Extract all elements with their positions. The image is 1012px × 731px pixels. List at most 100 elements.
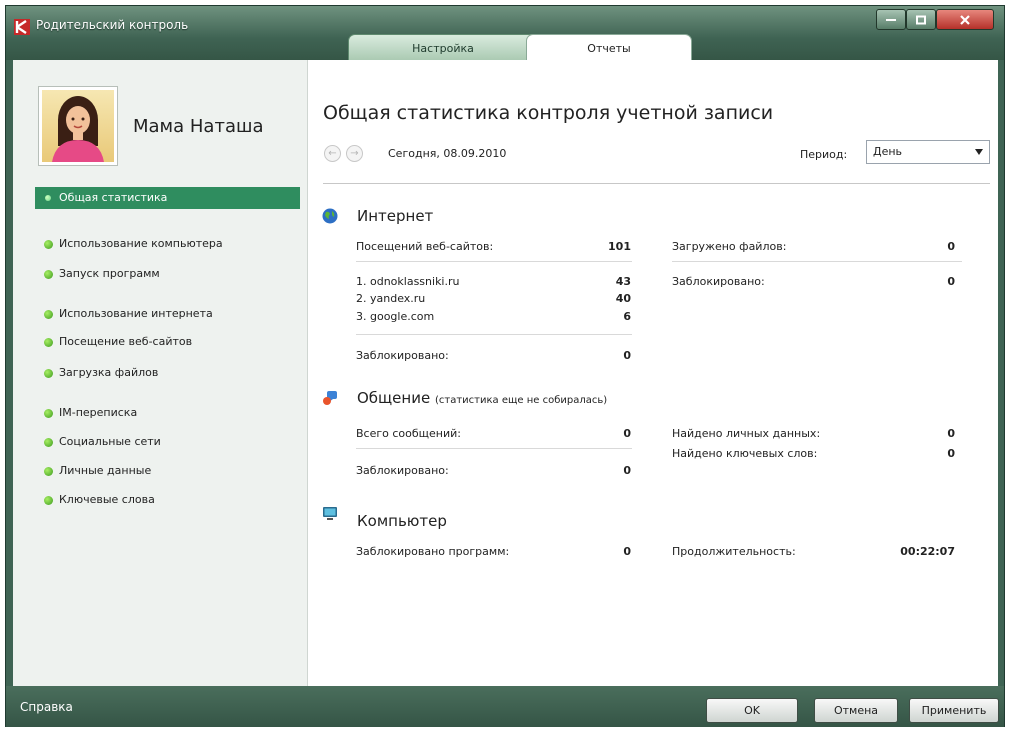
sidebar-item-program-launch[interactable]: Запуск программ bbox=[35, 263, 300, 285]
bullet-icon bbox=[44, 310, 53, 319]
sidebar-item-label: Запуск программ bbox=[59, 267, 160, 280]
keywords-label: Найдено ключевых слов: bbox=[672, 447, 818, 460]
help-link[interactable]: Справка bbox=[20, 700, 73, 714]
downloads-value: 0 bbox=[947, 240, 955, 253]
monitor-icon bbox=[323, 507, 337, 520]
divider bbox=[356, 334, 632, 335]
downloads-label: Загружено файлов: bbox=[672, 240, 787, 253]
divider bbox=[672, 261, 962, 262]
sidebar-item-label: Личные данные bbox=[59, 464, 152, 477]
internet-blocked-value: 0 bbox=[623, 349, 631, 362]
sidebar-item-computer-usage[interactable]: Использование компьютера bbox=[35, 233, 300, 255]
window-title: Родительский контроль bbox=[36, 18, 189, 32]
divider bbox=[356, 261, 632, 262]
sidebar-item-label: Загрузка файлов bbox=[59, 366, 159, 379]
section-title-communication: Общение (статистика еще не собиралась) bbox=[357, 389, 607, 407]
sidebar-item-general-stats[interactable]: Общая статистика bbox=[35, 187, 300, 209]
bullet-icon bbox=[45, 195, 51, 201]
site-label: 2. yandex.ru bbox=[356, 292, 426, 305]
tab-settings[interactable]: Настройка bbox=[348, 34, 538, 62]
site-label: 1. odnoklassniki.ru bbox=[356, 275, 460, 288]
period-label: Период: bbox=[800, 148, 848, 161]
section-title-computer: Компьютер bbox=[357, 512, 447, 530]
sidebar-item-label: Использование компьютера bbox=[59, 237, 223, 250]
footer-bar: Справка OK Отмена Применить bbox=[6, 686, 1004, 727]
bullet-icon bbox=[44, 338, 53, 347]
messages-label: Всего сообщений: bbox=[356, 427, 461, 440]
close-button[interactable] bbox=[936, 9, 994, 30]
main-content: Общая статистика контроля учетной записи… bbox=[308, 60, 998, 686]
downloads-blocked-value: 0 bbox=[947, 275, 955, 288]
visits-label: Посещений веб-сайтов: bbox=[356, 240, 494, 253]
blocked-programs-label: Заблокировано программ: bbox=[356, 545, 510, 558]
bullet-icon bbox=[44, 409, 53, 418]
user-avatar-icon bbox=[52, 96, 104, 162]
communication-blocked-value: 0 bbox=[623, 464, 631, 477]
visits-value: 101 bbox=[608, 240, 631, 253]
maximize-icon bbox=[916, 15, 926, 24]
site-label: 3. google.com bbox=[356, 310, 435, 323]
sidebar-item-label: Социальные сети bbox=[59, 435, 161, 448]
chevron-down-icon bbox=[975, 149, 983, 155]
duration-value: 00:22:07 bbox=[900, 545, 955, 558]
bullet-icon bbox=[44, 369, 53, 378]
minimize-button[interactable] bbox=[876, 9, 906, 30]
duration-label: Продолжительность: bbox=[672, 545, 796, 558]
current-date: Сегодня, 08.09.2010 bbox=[388, 147, 507, 160]
chat-icon bbox=[323, 391, 337, 405]
bullet-icon bbox=[44, 467, 53, 476]
close-icon bbox=[960, 14, 970, 25]
site-value: 43 bbox=[615, 275, 631, 288]
tab-reports[interactable]: Отчеты bbox=[526, 34, 692, 62]
site-value: 6 bbox=[623, 310, 631, 323]
back-arrow-button[interactable]: ← bbox=[324, 145, 341, 162]
section-title-internet: Интернет bbox=[357, 207, 434, 225]
ok-button[interactable]: OK bbox=[706, 698, 798, 723]
communication-note: (статистика еще не собиралась) bbox=[434, 395, 608, 406]
avatar bbox=[38, 86, 118, 166]
kaspersky-logo-icon bbox=[14, 19, 30, 35]
sidebar-item-label: IM-переписка bbox=[59, 406, 138, 419]
page-title: Общая статистика контроля учетной записи bbox=[323, 102, 774, 124]
globe-icon bbox=[322, 208, 338, 224]
sidebar-item-label: Использование интернета bbox=[59, 307, 213, 320]
personal-data-value: 0 bbox=[947, 427, 955, 440]
messages-value: 0 bbox=[623, 427, 631, 440]
bullet-icon bbox=[44, 438, 53, 447]
sidebar-item-label: Ключевые слова bbox=[59, 493, 155, 506]
cancel-button[interactable]: Отмена bbox=[814, 698, 898, 723]
communication-title: Общение bbox=[357, 389, 431, 407]
sidebar-item-internet-usage[interactable]: Использование интернета bbox=[35, 303, 300, 325]
bullet-icon bbox=[44, 240, 53, 249]
divider bbox=[323, 183, 990, 184]
sidebar-item-file-downloads[interactable]: Загрузка файлов bbox=[35, 362, 300, 384]
sidebar-item-website-visits[interactable]: Посещение веб-сайтов bbox=[35, 331, 300, 353]
arrow-right-icon: → bbox=[350, 148, 359, 159]
sidebar-item-im[interactable]: IM-переписка bbox=[35, 402, 300, 424]
sidebar-item-label: Общая статистика bbox=[59, 191, 168, 204]
maximize-button[interactable] bbox=[906, 9, 936, 30]
forward-arrow-button[interactable]: → bbox=[346, 145, 363, 162]
sidebar-item-label: Посещение веб-сайтов bbox=[59, 335, 193, 348]
sidebar-item-personal-data[interactable]: Личные данные bbox=[35, 460, 300, 482]
keywords-value: 0 bbox=[947, 447, 955, 460]
apply-button[interactable]: Применить bbox=[909, 698, 999, 723]
downloads-blocked-label: Заблокировано: bbox=[672, 275, 765, 288]
arrow-left-icon: ← bbox=[328, 148, 337, 159]
sidebar-item-keywords[interactable]: Ключевые слова bbox=[35, 489, 300, 511]
personal-data-label: Найдено личных данных: bbox=[672, 427, 821, 440]
sidebar: Мама Наташа Общая статистика Использован… bbox=[13, 60, 308, 686]
bullet-icon bbox=[44, 496, 53, 505]
divider bbox=[356, 448, 632, 449]
minimize-icon bbox=[886, 18, 896, 21]
app-window: Родительский контроль Настройка Отчеты М… bbox=[5, 5, 1005, 727]
user-name: Мама Наташа bbox=[133, 116, 264, 137]
period-value: День bbox=[873, 145, 903, 158]
bullet-icon bbox=[44, 270, 53, 279]
sidebar-item-social-networks[interactable]: Социальные сети bbox=[35, 431, 300, 453]
title-bar: Родительский контроль Настройка Отчеты bbox=[6, 6, 1004, 62]
blocked-programs-value: 0 bbox=[623, 545, 631, 558]
period-dropdown[interactable]: День bbox=[866, 140, 990, 164]
site-value: 40 bbox=[615, 292, 631, 305]
communication-blocked-label: Заблокировано: bbox=[356, 464, 449, 477]
